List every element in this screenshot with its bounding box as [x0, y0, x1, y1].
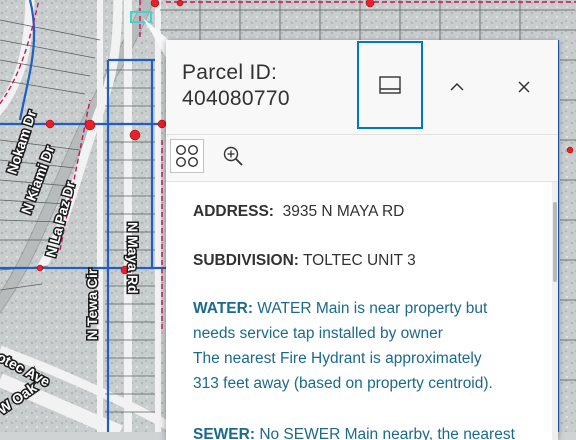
street-label-maya: N Maya Rd	[125, 222, 141, 294]
address-label: ADDRESS:	[193, 203, 274, 220]
dock-button[interactable]	[357, 41, 423, 129]
subdivision-row: SUBDIVISION: TOLTEC UNIT 3	[193, 248, 533, 273]
zoom-to-button[interactable]	[216, 139, 250, 173]
popup-title-label: Parcel ID:	[182, 61, 278, 84]
sewer-info: SEWER: No SEWER Main nearby, the nearest	[193, 422, 533, 440]
water-info: WATER: WATER Main is near property but n…	[193, 296, 533, 396]
sewer-label: SEWER:	[193, 426, 255, 440]
water-line2: needs service tap installed by owner	[193, 325, 443, 342]
close-button[interactable]	[492, 42, 556, 132]
subdivision-label: SUBDIVISION:	[193, 252, 299, 269]
popup-title: Parcel ID: 404080770	[182, 60, 352, 112]
four-circles-icon	[175, 144, 199, 168]
water-line1: WATER Main is near property but	[257, 300, 488, 317]
water-line4: 313 feet away (based on property centroi…	[193, 375, 493, 392]
popup-toolbar	[166, 135, 558, 182]
popup-header: Parcel ID: 404080770	[166, 40, 558, 135]
parcel-popup: Parcel ID: 404080770 ADDRESS: 3935 N MAY…	[166, 40, 558, 440]
scrollbar-thumb[interactable]	[553, 202, 557, 282]
popup-title-value: 404080770	[182, 87, 290, 110]
water-line3: The nearest Fire Hydrant is approximatel…	[193, 350, 482, 367]
dock-icon	[379, 76, 401, 94]
select-features-button[interactable]	[170, 139, 204, 173]
popup-content: ADDRESS: 3935 N MAYA RD SUBDIVISION: TOL…	[166, 182, 558, 440]
sewer-text: No SEWER Main nearby, the nearest	[259, 426, 515, 440]
popup-scrollbar[interactable]	[552, 182, 558, 440]
subdivision-value: TOLTEC UNIT 3	[302, 252, 416, 269]
close-icon	[518, 81, 530, 93]
street-label-tewa: N Tewa Cir	[84, 268, 100, 340]
collapse-button[interactable]	[425, 42, 489, 132]
chevron-up-icon	[450, 82, 464, 91]
address-row: ADDRESS: 3935 N MAYA RD	[193, 199, 533, 224]
zoom-in-icon	[223, 146, 243, 166]
address-value: 3935 N MAYA RD	[282, 203, 405, 220]
water-label: WATER:	[193, 300, 253, 317]
